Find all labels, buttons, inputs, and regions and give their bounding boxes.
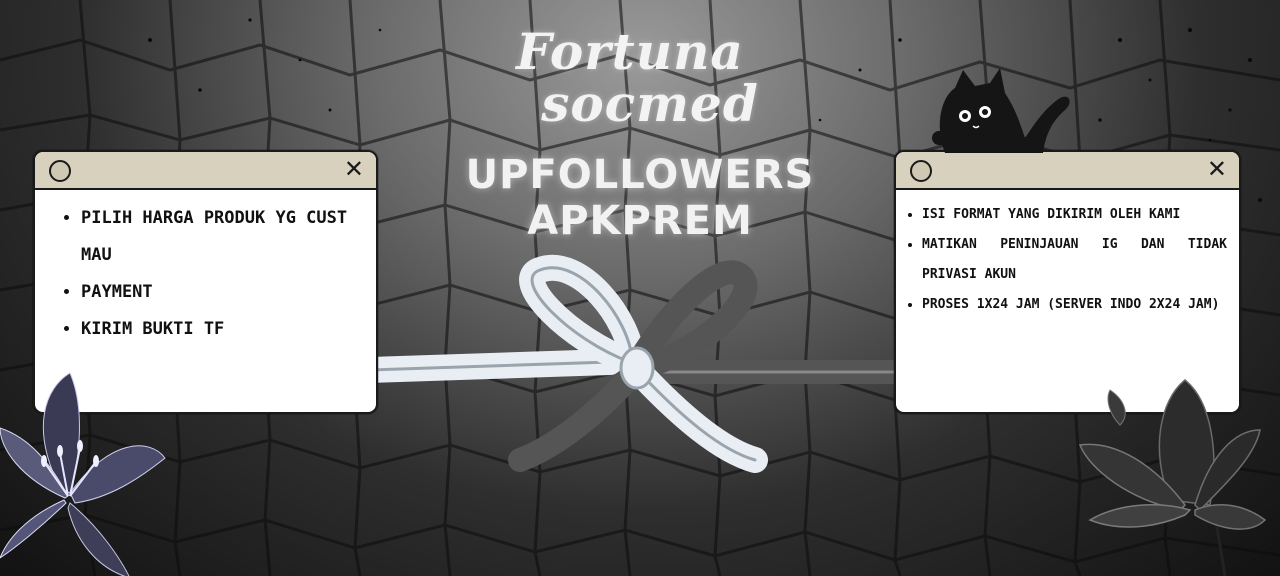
list-item: PILIH HARGA PRODUK YG CUST MAU <box>81 200 362 274</box>
window-dot-icon <box>910 160 932 182</box>
brand-line-2: socmed <box>541 74 759 133</box>
right-window-list: ISI FORMAT YANG DIKIRIM OLEH KAMI MATIKA… <box>896 190 1239 320</box>
list-item: MATIKAN PENINJAUAN IG DAN TIDAK PRIVASI … <box>922 230 1227 290</box>
dark-flower-icon <box>1078 379 1267 576</box>
list-item: ISI FORMAT YANG DIKIRIM OLEH KAMI <box>922 200 1227 230</box>
lily-flower-icon <box>0 372 166 576</box>
close-icon[interactable]: ✕ <box>1207 156 1227 182</box>
black-cat-icon <box>932 68 1070 153</box>
brand-logo: Fortuna socmed <box>470 26 790 130</box>
left-window-titlebar: ✕ <box>35 152 376 190</box>
headline-line-2: APKPREM <box>527 198 753 244</box>
ribbon-bow-icon <box>370 254 900 473</box>
close-icon[interactable]: ✕ <box>344 156 364 182</box>
headline-line-1: UPFOLLOWERS <box>465 152 815 198</box>
window-dot-icon <box>49 160 71 182</box>
brand-line-1: Fortuna <box>516 22 744 81</box>
headline: UPFOLLOWERS APKPREM <box>440 152 840 244</box>
list-item: PAYMENT <box>81 274 362 311</box>
list-item: KIRIM BUKTI TF <box>81 311 362 348</box>
left-window-list: PILIH HARGA PRODUK YG CUST MAU PAYMENT K… <box>35 190 376 348</box>
list-item: PROSES 1X24 JAM (SERVER INDO 2X24 JAM) <box>922 290 1227 320</box>
banner: Fortuna socmed UPFOLLOWERS APKPREM ✕ PIL… <box>0 0 1280 576</box>
